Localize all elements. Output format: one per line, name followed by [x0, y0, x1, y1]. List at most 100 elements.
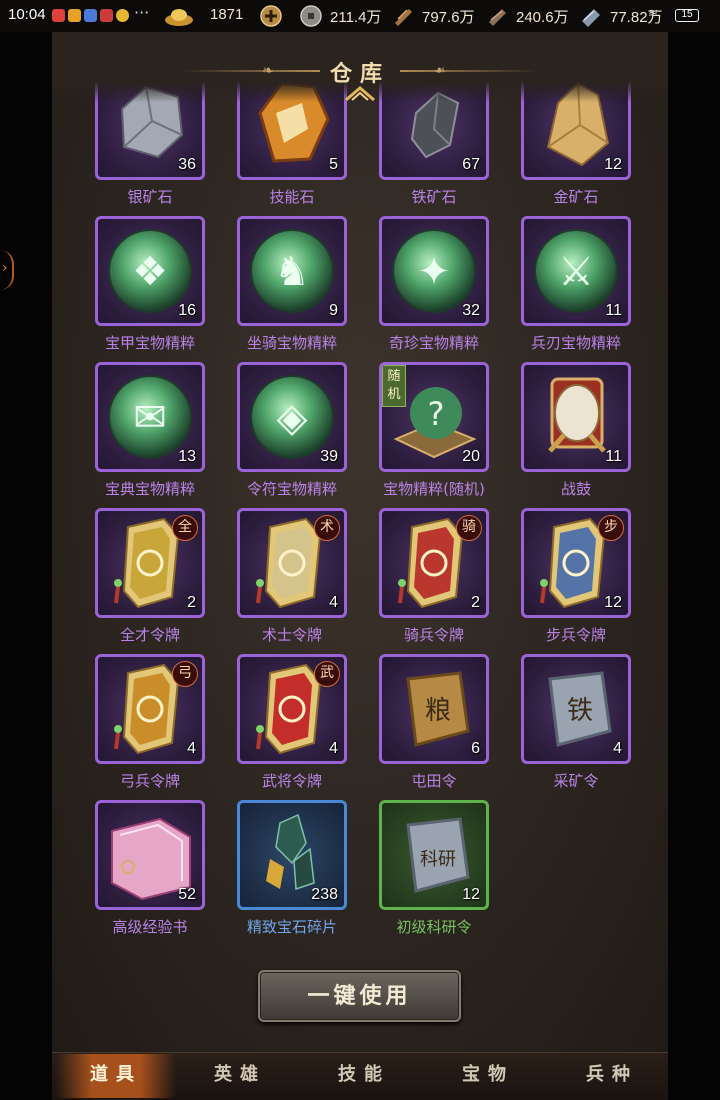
- svg-text:❖: ❖: [132, 249, 168, 295]
- item-name: 弓兵令牌: [119, 772, 180, 790]
- item-name: 技能石: [269, 188, 315, 206]
- add-gold-button[interactable]: [260, 5, 282, 27]
- inventory-item[interactable]: 弓 4 弓兵令牌: [95, 654, 205, 794]
- item-name: 采矿令: [553, 772, 599, 790]
- inventory-item[interactable]: 术 4 术士令牌: [237, 508, 347, 648]
- inventory-item[interactable]: 全 2 全才令牌: [95, 508, 205, 648]
- inventory-item[interactable]: 11 战鼓: [521, 362, 631, 502]
- coin-icon: [300, 5, 322, 27]
- item-name: 坐骑宝物精粹: [246, 334, 337, 352]
- tab-heroes[interactable]: 英雄: [190, 1060, 290, 1086]
- item-slot[interactable]: ♞ 9: [237, 216, 347, 326]
- inventory-item[interactable]: ? 随机 20 宝物精粹(随机): [379, 362, 489, 502]
- inventory-item[interactable]: 科研 12 初级科研令: [379, 800, 489, 940]
- inventory-item[interactable]: 52 高级经验书: [95, 800, 205, 940]
- item-grid[interactable]: 36 银矿石 5 技能石 67 铁矿石 12 金矿石 ❖ 16 宝甲宝物精粹 ♞ 9 坐骑宝物精粹…: [95, 78, 635, 958]
- item-name: 银矿石: [127, 188, 173, 206]
- title-divider: [400, 70, 540, 72]
- item-slot[interactable]: 11: [521, 362, 631, 472]
- ornament-icon: ❧: [434, 63, 446, 79]
- troop-type-badge: 步: [598, 515, 624, 541]
- item-slot[interactable]: 武4: [237, 654, 347, 764]
- item-count: 4: [613, 740, 622, 757]
- inventory-item[interactable]: 238 精致宝石碎片: [237, 800, 347, 940]
- inventory-item[interactable]: 骑 2 骑兵令牌: [379, 508, 489, 648]
- item-slot[interactable]: 238: [237, 800, 347, 910]
- inventory-item[interactable]: ♞ 9 坐骑宝物精粹: [237, 216, 347, 356]
- svg-text:♞: ♞: [274, 249, 310, 295]
- tab-troops[interactable]: 兵种: [562, 1060, 662, 1086]
- item-slot[interactable]: 全2: [95, 508, 205, 618]
- item-count: 13: [178, 448, 196, 465]
- item-count: 9: [329, 302, 338, 319]
- gold-amount: 1871: [210, 6, 244, 23]
- iron-icon: [582, 9, 600, 27]
- item-count: 20: [462, 448, 480, 465]
- random-tag: 随机: [382, 365, 406, 407]
- troop-type-badge: 全: [172, 515, 198, 541]
- item-count: 4: [187, 740, 196, 757]
- item-count: 238: [311, 886, 338, 903]
- item-slot[interactable]: 粮6: [379, 654, 489, 764]
- item-name: 宝典宝物精粹: [104, 480, 195, 498]
- item-count: 4: [329, 740, 338, 757]
- item-slot[interactable]: ◈ 39: [237, 362, 347, 472]
- item-count: 52: [178, 886, 196, 903]
- inventory-item[interactable]: 铁 4 采矿令: [521, 654, 631, 794]
- tab-items[interactable]: 道具: [66, 1060, 166, 1086]
- item-slot[interactable]: 弓4: [95, 654, 205, 764]
- troop-type-badge: 武: [314, 661, 340, 687]
- clock: 10:04: [8, 6, 46, 23]
- item-name: 术士令牌: [261, 626, 322, 644]
- inventory-item[interactable]: ◈ 39 令符宝物精粹: [237, 362, 347, 502]
- inventory-item[interactable]: ✦ 32 奇珍宝物精粹: [379, 216, 489, 356]
- svg-text:✉: ✉: [133, 395, 167, 441]
- item-slot[interactable]: ✦ 32: [379, 216, 489, 326]
- item-slot[interactable]: ❖ 16: [95, 216, 205, 326]
- battery-icon: 15: [675, 9, 699, 22]
- item-name: 令符宝物精粹: [246, 480, 337, 498]
- item-count: 67: [462, 156, 480, 173]
- tab-treasures[interactable]: 宝物: [438, 1060, 538, 1086]
- troop-type-badge: 弓: [172, 661, 198, 687]
- item-slot[interactable]: 52: [95, 800, 205, 910]
- svg-text:科研: 科研: [420, 849, 456, 870]
- item-name: 武将令牌: [261, 772, 322, 790]
- item-slot[interactable]: 骑2: [379, 508, 489, 618]
- item-count: 12: [604, 156, 622, 173]
- item-slot[interactable]: ⚔ 11: [521, 216, 631, 326]
- item-name: 精致宝石碎片: [246, 918, 337, 936]
- item-count: 16: [178, 302, 196, 319]
- ore-amount: 240.6万: [516, 9, 569, 26]
- item-slot[interactable]: 科研 12: [379, 800, 489, 910]
- gold-ingot-icon: [165, 9, 193, 26]
- item-slot[interactable]: ✉ 13: [95, 362, 205, 472]
- inventory-item[interactable]: ✉ 13 宝典宝物精粹: [95, 362, 205, 502]
- item-count: 5: [329, 156, 338, 173]
- item-name: 全才令牌: [119, 626, 180, 644]
- use-all-button[interactable]: 一键使用: [258, 970, 461, 1022]
- svg-text:⚔: ⚔: [558, 249, 594, 295]
- item-slot[interactable]: ? 随机 20: [379, 362, 489, 472]
- item-slot[interactable]: 步 12: [521, 508, 631, 618]
- item-count: 12: [462, 886, 480, 903]
- inventory-item[interactable]: ⚔ 11 兵刃宝物精粹: [521, 216, 631, 356]
- item-slot[interactable]: 铁4: [521, 654, 631, 764]
- item-name: 宝甲宝物精粹: [104, 334, 195, 352]
- more-notifications-icon: ···: [134, 3, 150, 22]
- tab-skills[interactable]: 技能: [314, 1060, 414, 1086]
- item-count: 11: [605, 448, 622, 465]
- item-name: 屯田令: [411, 772, 457, 790]
- item-slot[interactable]: 术4: [237, 508, 347, 618]
- inventory-item[interactable]: ❖ 16 宝甲宝物精粹: [95, 216, 205, 356]
- inventory-item[interactable]: 步 12 步兵令牌: [521, 508, 631, 648]
- item-name: 战鼓: [560, 480, 591, 498]
- status-bar: 10:04 ··· 1871 211.4万 797.6万 240.6万 77.8…: [0, 0, 720, 32]
- notification-icon: [84, 9, 97, 22]
- item-count: 12: [604, 594, 622, 611]
- item-count: 36: [178, 156, 196, 173]
- wifi-icon: ≋: [648, 6, 659, 20]
- inventory-item[interactable]: 粮 6 屯田令: [379, 654, 489, 794]
- item-name: 高级经验书: [112, 918, 188, 936]
- inventory-item[interactable]: 武 4 武将令牌: [237, 654, 347, 794]
